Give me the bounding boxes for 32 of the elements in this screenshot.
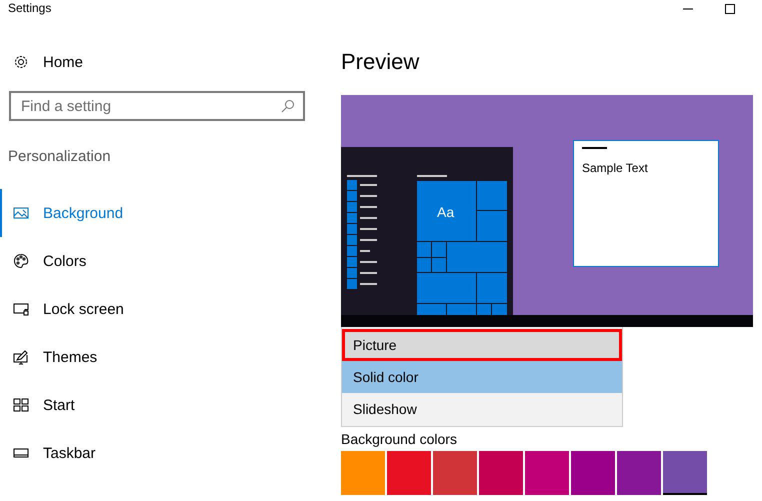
section-heading: Personalization [8,148,112,165]
nav-item[interactable]: Colors [0,237,330,285]
color-swatch[interactable] [663,451,707,495]
nav-item[interactable]: Start [0,381,330,429]
home-link[interactable]: Home [43,54,84,70]
color-swatch[interactable] [433,451,477,495]
dropdown-option[interactable]: Picture [342,329,622,361]
picture-icon [13,205,29,221]
color-swatch[interactable] [341,451,385,495]
window-title: Settings [8,1,52,15]
color-swatch[interactable] [571,451,615,495]
sample-text: Sample Text [582,161,649,175]
color-swatch[interactable] [525,451,569,495]
dropdown-option[interactable]: Solid color [342,361,622,393]
nav-item[interactable]: Background [0,189,330,237]
search-icon [281,99,295,113]
lock-screen-icon [13,301,29,317]
nav-item[interactable]: Themes [0,333,330,381]
palette-icon [13,253,29,269]
search-field[interactable]: Find a setting [9,91,305,121]
preview-heading: Preview [341,49,420,76]
brush-monitor-icon [13,349,29,365]
nav-item[interactable]: Taskbar [0,429,330,477]
nav-item[interactable]: Lock screen [0,285,330,333]
color-swatch[interactable] [617,451,661,495]
maximize-icon[interactable] [724,3,736,15]
colors-heading: Background colors [341,431,458,449]
tiles-icon [13,397,29,413]
settings-icon [13,54,29,70]
color-swatch[interactable] [387,451,431,495]
tile-label: Aa [437,204,454,220]
color-swatch[interactable] [479,451,523,495]
